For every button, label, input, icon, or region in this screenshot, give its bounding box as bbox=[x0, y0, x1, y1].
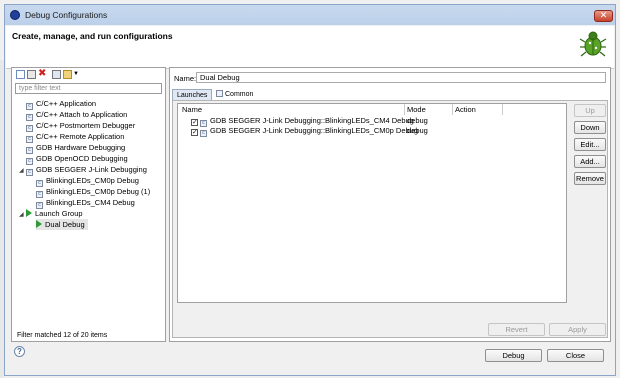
launches-table: Name Mode Action ✓ c GDB SEGGER J-Link Deb… bbox=[177, 103, 567, 303]
filter-icon[interactable] bbox=[63, 70, 72, 79]
tree-item-label: C/C++ Postmortem Debugger bbox=[36, 121, 136, 130]
c-app-icon: c bbox=[26, 169, 33, 176]
row-mode: debug bbox=[407, 116, 428, 125]
launches-tab-content: Name Mode Action ✓ c GDB SEGGER J-Link Deb… bbox=[172, 100, 608, 338]
common-tab-icon bbox=[216, 90, 223, 97]
table-row[interactable]: ✓ c GDB SEGGER J-Link Debugging::BlinkingL… bbox=[191, 116, 414, 127]
tree-item-cm0p-debug[interactable]: c BlinkingLEDs_CM0p Debug bbox=[36, 175, 139, 187]
expand-arrow-icon[interactable]: ◢ bbox=[19, 210, 26, 221]
close-window-button[interactable]: ✕ bbox=[594, 10, 613, 22]
tree-item-launch-group[interactable]: ◢ Launch Group bbox=[19, 208, 83, 219]
column-divider bbox=[502, 104, 503, 115]
tree-item-label: BlinkingLEDs_CM4 Debug bbox=[46, 198, 135, 207]
expand-arrow-icon[interactable]: ◢ bbox=[19, 166, 26, 177]
close-button[interactable]: Close bbox=[547, 349, 604, 362]
tree-item-gdb-hardware[interactable]: c GDB Hardware Debugging bbox=[26, 142, 126, 154]
revert-button[interactable]: Revert bbox=[488, 323, 545, 336]
configuration-editor: Name: Dual Debug Launches Common Name Mo… bbox=[169, 67, 611, 342]
chevron-down-icon[interactable]: ▼ bbox=[73, 70, 82, 79]
help-icon[interactable]: ? bbox=[14, 346, 25, 357]
name-field[interactable]: Dual Debug bbox=[196, 72, 606, 83]
delete-icon[interactable]: ✖ bbox=[38, 69, 47, 79]
dialog-header: Create, manage, and run configurations bbox=[6, 26, 614, 69]
tab-common-label: Common bbox=[225, 91, 254, 98]
bug-icon bbox=[579, 31, 607, 57]
tree-item-label: BlinkingLEDs_CM0p Debug (1) bbox=[46, 187, 151, 196]
c-app-icon: c bbox=[200, 130, 207, 137]
add-button[interactable]: Add... bbox=[574, 155, 606, 168]
tree-item-label: Dual Debug bbox=[45, 220, 85, 229]
name-label: Name: bbox=[174, 74, 197, 83]
row-checkbox[interactable]: ✓ bbox=[191, 129, 198, 136]
apply-button[interactable]: Apply bbox=[549, 323, 606, 336]
row-name: GDB SEGGER J-Link Debugging::BlinkingLED… bbox=[210, 116, 414, 125]
duplicate-icon[interactable] bbox=[27, 70, 36, 79]
tree-item-gdb-segger[interactable]: ◢ c GDB SEGGER J-Link Debugging bbox=[19, 164, 147, 177]
new-config-icon[interactable] bbox=[16, 70, 25, 79]
column-header-action[interactable]: Action bbox=[455, 105, 476, 114]
tree-item-label: C/C++ Remote Application bbox=[36, 132, 125, 141]
column-header-name[interactable]: Name bbox=[182, 105, 202, 114]
tree-item-label: GDB OpenOCD Debugging bbox=[36, 154, 128, 163]
table-row[interactable]: ✓ c GDB SEGGER J-Link Debugging::BlinkingL… bbox=[191, 126, 419, 137]
filter-status: Filter matched 12 of 20 items bbox=[17, 332, 108, 339]
title-bar: Debug Configurations ✕ bbox=[5, 5, 615, 25]
tab-common[interactable]: Common bbox=[212, 89, 260, 100]
column-header-mode[interactable]: Mode bbox=[407, 105, 426, 114]
tree-item-label: Launch Group bbox=[35, 209, 83, 218]
filter-input[interactable]: type filter text bbox=[15, 83, 162, 94]
up-button[interactable]: Up bbox=[574, 104, 606, 117]
tree-item-label: C/C++ Attach to Application bbox=[36, 110, 128, 119]
tree-item-c-attach[interactable]: c C/C++ Attach to Application bbox=[26, 109, 128, 121]
launch-group-icon bbox=[36, 220, 42, 228]
tree-item-c-remote[interactable]: c C/C++ Remote Application bbox=[26, 131, 125, 143]
collapse-all-icon[interactable] bbox=[52, 70, 61, 79]
window-title: Debug Configurations bbox=[25, 10, 108, 20]
tree-item-gdb-openocd[interactable]: c GDB OpenOCD Debugging bbox=[26, 153, 128, 165]
row-name: GDB SEGGER J-Link Debugging::BlinkingLED… bbox=[210, 126, 419, 135]
tree-item-label: GDB Hardware Debugging bbox=[36, 143, 126, 152]
tree-item-cm4-debug[interactable]: c BlinkingLEDs_CM4 Debug bbox=[36, 197, 135, 209]
remove-button[interactable]: Remove bbox=[574, 172, 606, 185]
tree-item-label: GDB SEGGER J-Link Debugging bbox=[36, 165, 147, 174]
tree-item-label: BlinkingLEDs_CM0p Debug bbox=[46, 176, 139, 185]
eclipse-icon bbox=[10, 10, 20, 20]
configuration-tree-panel: ✖ ▼ type filter text c C/C++ Application … bbox=[11, 67, 166, 342]
tab-launches[interactable]: Launches bbox=[172, 89, 212, 100]
header-title: Create, manage, and run configurations bbox=[12, 31, 173, 41]
row-checkbox[interactable]: ✓ bbox=[191, 119, 198, 126]
column-divider bbox=[452, 104, 453, 115]
tree-item-cm0p-debug-1[interactable]: c BlinkingLEDs_CM0p Debug (1) bbox=[36, 186, 151, 198]
debug-button[interactable]: Debug bbox=[485, 349, 542, 362]
tree-item-c-application[interactable]: c C/C++ Application bbox=[26, 98, 97, 110]
row-mode: debug bbox=[407, 126, 428, 135]
down-button[interactable]: Down bbox=[574, 121, 606, 134]
launch-group-icon bbox=[26, 209, 32, 217]
edit-button[interactable]: Edit... bbox=[574, 138, 606, 151]
tree-item-label: C/C++ Application bbox=[36, 99, 97, 108]
column-divider bbox=[404, 104, 405, 115]
tree-item-dual-debug[interactable]: Dual Debug bbox=[36, 219, 88, 230]
dialog-window: Debug Configurations ✕ Create, manage, a… bbox=[4, 4, 616, 376]
tree-item-c-postmortem[interactable]: c C/C++ Postmortem Debugger bbox=[26, 120, 136, 132]
